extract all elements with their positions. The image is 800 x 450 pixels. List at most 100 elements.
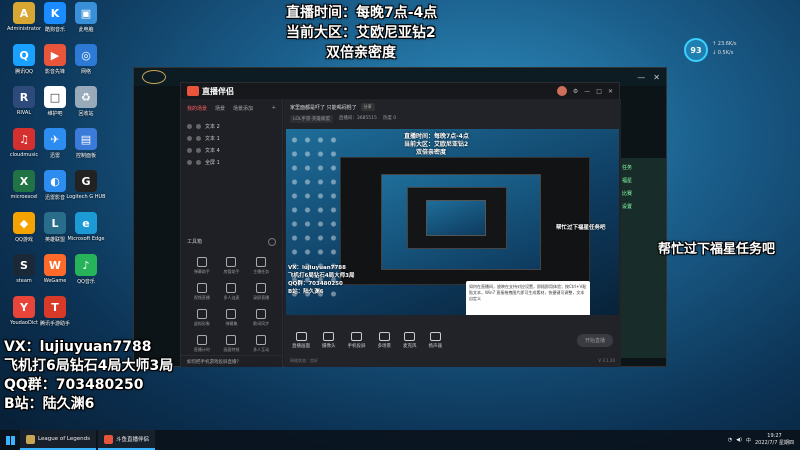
app-icon: L xyxy=(44,212,66,234)
taskbar-item-league[interactable]: League of Legends xyxy=(20,430,96,450)
tool-button[interactable]: 虚拟形象 xyxy=(187,309,217,327)
preview-b-line: B站：陆久渊6 xyxy=(288,289,324,295)
desktop-icon[interactable]: ♻ 回收站 xyxy=(68,86,104,117)
maximize-icon[interactable]: □ xyxy=(596,88,602,95)
heat-count: 热度 0 xyxy=(382,116,397,121)
start-live-button[interactable]: 开始直播 xyxy=(576,333,613,347)
app-icon: ▣ xyxy=(75,2,97,24)
share-tag[interactable]: 分享 xyxy=(360,103,375,111)
lock-icon[interactable] xyxy=(196,135,201,141)
desktop-icon-label: steam xyxy=(16,278,32,284)
desktop-icon-label: 回收站 xyxy=(78,111,94,117)
overlay-help-line: 帮忙过下福星任务吧 xyxy=(658,242,776,257)
app-icon: Q xyxy=(13,44,35,66)
desktop-icon[interactable]: G Logitech G HUB xyxy=(66,170,106,200)
toolbar-icon xyxy=(323,331,335,341)
app-icon: ◆ xyxy=(13,212,35,234)
preview-qq-line: QQ群：703480250 xyxy=(288,281,343,287)
task-label: 斗鱼直播伴侣 xyxy=(115,437,149,443)
tool-button[interactable]: 视频直播 xyxy=(187,283,217,301)
list-item[interactable]: 文本 2 xyxy=(187,120,276,132)
ime-icon[interactable]: 中 xyxy=(746,437,751,444)
close-icon[interactable]: ✕ xyxy=(653,73,660,82)
side-row[interactable]: 设置 xyxy=(622,203,662,210)
taskbar-item-companion[interactable]: 斗鱼直播伴侣 xyxy=(97,430,155,450)
app-logo-icon xyxy=(187,86,199,96)
tool-button[interactable]: 多人连麦 xyxy=(217,283,247,301)
windows-logo-icon xyxy=(5,435,15,445)
main-panel: 家里面都是吓了 只能喝闷棍了 分享 LOL手游·英雄联盟 直播间：3685515… xyxy=(284,99,621,367)
tab-scenes[interactable]: 场景 xyxy=(215,105,225,112)
tool-icon xyxy=(256,257,267,267)
desktop-icon[interactable]: T 腾讯手游助手 xyxy=(37,296,73,327)
list-item[interactable]: 全屏 1 xyxy=(187,156,276,168)
room-title-row: 家里面都是吓了 只能喝闷棍了 分享 xyxy=(284,99,621,115)
clock-date: 2022/7/7 星期四 xyxy=(754,440,794,446)
tool-label: 直播计时 xyxy=(193,347,210,352)
app-logo: 直播伴侣 xyxy=(187,86,234,97)
toolbar-button[interactable]: 扬声器 xyxy=(429,331,442,349)
tool-button[interactable]: 弹幕集 xyxy=(217,309,247,327)
desktop-icon[interactable]: e Microsoft Edge xyxy=(68,212,104,242)
tool-button[interactable]: 直播计时 xyxy=(187,335,217,353)
toolbar-button[interactable]: 多场景 xyxy=(378,331,391,349)
list-item[interactable]: 文本 4 xyxy=(187,144,276,156)
eye-icon[interactable] xyxy=(187,147,192,153)
tool-button[interactable]: 录屏直播 xyxy=(246,283,276,301)
system-monitor-widget[interactable]: 93 ↑ 23.6K/s ↓ 0.5K/s xyxy=(684,36,794,64)
tool-button[interactable]: 弹幕助手 xyxy=(187,257,217,275)
eye-icon[interactable] xyxy=(187,135,192,141)
desktop-icon[interactable]: ▣ 此电脑 xyxy=(68,2,104,33)
download-speed: ↓ 0.5K/s xyxy=(712,50,734,56)
room-id: 直播间：3685515 xyxy=(338,116,377,121)
eye-icon[interactable] xyxy=(187,123,192,129)
settings-icon[interactable]: ⚙ xyxy=(573,88,578,95)
volume-icon[interactable]: ◀) xyxy=(736,437,742,443)
eye-icon[interactable] xyxy=(187,159,192,165)
preview-nested-desktop xyxy=(381,174,541,270)
desktop-icon[interactable]: ♪ QQ音乐 xyxy=(68,254,104,285)
stream-preview[interactable]: 直播时间：每晚7点-4点 当前大区：艾欧尼亚钻2 双倍亲密度 帮忙过下福星任务吧… xyxy=(286,129,619,315)
close-icon[interactable]: ✕ xyxy=(608,88,613,95)
tool-button[interactable]: 房管助手 xyxy=(217,257,247,275)
tool-button[interactable]: 画面特效 xyxy=(217,335,247,353)
tool-icon xyxy=(196,283,207,293)
tool-label: 画面特效 xyxy=(223,347,240,352)
add-icon[interactable]: + xyxy=(272,105,276,112)
minimize-icon[interactable]: — xyxy=(637,73,645,82)
overlay-region-line: 当前大区：艾欧尼亚钻2 xyxy=(286,25,436,41)
toolbar-button[interactable]: 直播画面 xyxy=(292,331,310,349)
app-icon: A xyxy=(13,2,35,24)
list-item[interactable]: 文本 1 xyxy=(187,132,276,144)
lock-icon[interactable] xyxy=(196,123,201,129)
app-icon: K xyxy=(44,2,66,24)
desktop-icon-label: YoudaoDict xyxy=(10,320,38,326)
tool-label: 房管助手 xyxy=(223,269,240,274)
lock-icon[interactable] xyxy=(196,147,201,153)
network-icon[interactable]: ◔ xyxy=(728,437,732,443)
desktop-icon[interactable]: ▤ 控制面板 xyxy=(68,128,104,159)
side-row[interactable]: 任务 xyxy=(622,164,662,171)
more-icon[interactable] xyxy=(268,238,276,246)
toolbar-button[interactable]: 摄像头 xyxy=(322,331,336,349)
tool-button[interactable]: 多人互动 xyxy=(246,335,276,353)
hint-bar[interactable]: 如何把手机游戏投屏直播？ xyxy=(181,355,282,367)
tool-button[interactable]: 主播任务 xyxy=(246,257,276,275)
network-status: 网络状态：良好 xyxy=(290,358,318,363)
clock[interactable]: 19:27 2022/7/7 星期四 xyxy=(755,433,794,447)
minimize-icon[interactable]: — xyxy=(584,88,590,95)
tab-my-scenes[interactable]: 我的场景 xyxy=(187,105,207,112)
desktop-icon[interactable]: ◎ 网络 xyxy=(68,44,104,75)
tool-button[interactable]: 歌词同步 xyxy=(246,309,276,327)
room-title[interactable]: 家里面都是吓了 只能喝闷棍了 xyxy=(290,104,357,111)
avatar[interactable] xyxy=(556,86,567,96)
lock-icon[interactable] xyxy=(196,159,201,165)
side-row[interactable]: 福星 xyxy=(622,177,662,184)
start-button[interactable] xyxy=(0,430,20,450)
side-row[interactable]: 比赛 xyxy=(622,190,662,197)
category-chip[interactable]: LOL手游·英雄联盟 xyxy=(290,115,333,123)
tab-add-scene[interactable]: 场景添加 xyxy=(233,105,253,112)
streaming-app-window[interactable]: 直播伴侣 ⚙ — □ ✕ 我的场景 场景 场景添加 + 文本 2 文本 1 文本… xyxy=(180,82,621,367)
toolbar-button[interactable]: 麦克风 xyxy=(403,331,417,349)
toolbar-button[interactable]: 手机投屏 xyxy=(348,331,366,349)
